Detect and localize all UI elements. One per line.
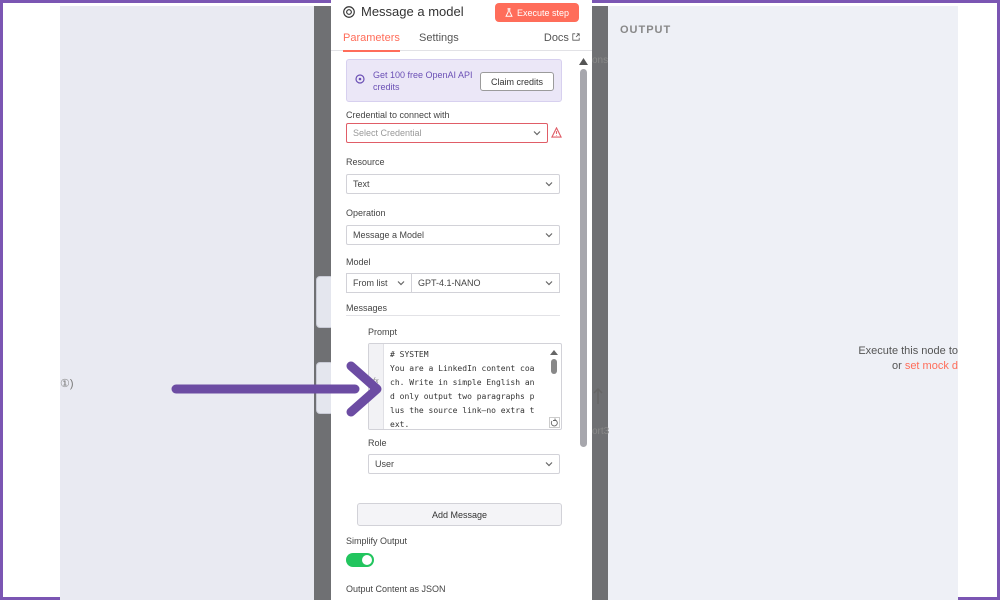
output-title: OUTPUT [620,24,672,36]
model-mode-value: From list [353,278,388,288]
prompt-text: # SYSTEM You are a LinkedIn content coac… [390,350,535,429]
openai-icon [343,6,355,18]
claim-credits-button[interactable]: Claim credits [480,72,554,91]
add-message-button[interactable]: Add Message [357,503,562,526]
operation-select[interactable]: Message a Model [346,225,560,245]
chevron-down-icon [545,281,553,286]
execute-step-button[interactable]: Execute step [495,3,579,22]
tab-parameters[interactable]: Parameters [343,32,400,52]
set-mock-data-link[interactable]: set mock d [905,360,958,372]
model-value: GPT-4.1-NANO [418,278,481,288]
role-label: Role [368,438,387,448]
panel-tabs: Parameters Settings Docs [331,32,592,52]
output-hint: Execute this node to or set mock d [818,344,958,374]
panel-header: Message a model Execute step Parameters … [331,0,592,52]
chevron-down-icon [545,462,553,467]
simplify-output-toggle[interactable] [346,553,374,567]
node-parameters-panel: Message a model Execute step Parameters … [331,0,592,600]
chevron-down-icon [545,182,553,187]
credential-placeholder: Select Credential [353,128,422,138]
chevron-down-icon [545,233,553,238]
model-label: Model [346,257,371,267]
info-icon [355,74,365,84]
execute-step-label: Execute step [516,7,570,18]
simplify-output-label: Simplify Output [346,536,408,546]
chevron-down-icon [533,131,541,136]
tab-settings[interactable]: Settings [419,32,459,50]
scrollbar-thumb[interactable] [580,69,587,447]
resource-value: Text [353,179,370,189]
output-panel: OUTPUT Execute this node to or set mock … [608,6,958,600]
expand-icon[interactable] [549,417,560,428]
prompt-label: Prompt [368,327,398,337]
resource-label: Resource [346,157,385,167]
docs-label: Docs [543,32,569,44]
model-selector: From list GPT-4.1-NANO [346,273,560,293]
output-hint-or: or [891,360,902,372]
messages-divider [346,315,560,316]
chevron-down-icon [397,281,405,286]
arrow-up-icon [593,387,603,404]
annotation-arrow-icon [171,361,382,417]
scroll-up-icon[interactable] [579,57,588,65]
credential-label: Credential to connect with [346,110,450,120]
output-hint-line: Execute this node to [858,345,958,357]
canvas-fragment-text: ons [592,55,609,66]
panel-scrollbar[interactable] [579,57,588,457]
role-select[interactable]: User [368,454,560,474]
node-title: Message a model [361,4,464,19]
credits-text: Get 100 free OpenAI API credits [373,70,473,92]
operation-label: Operation [346,208,386,218]
warning-icon [551,127,562,138]
operation-value: Message a Model [353,230,425,240]
credential-select[interactable]: Select Credential [346,123,548,143]
model-mode-select[interactable]: From list [346,273,412,293]
canvas-fragment-text: ort3 [592,426,610,437]
external-link-icon [572,33,580,41]
model-value-select[interactable]: GPT-4.1-NANO [411,273,560,293]
output-json-label: Output Content as JSON [346,584,446,594]
messages-label: Messages [346,303,388,313]
prompt-editor[interactable]: fx # SYSTEM You are a LinkedIn content c… [368,343,562,430]
role-value: User [375,459,395,469]
canvas-fragment-text: ①) [60,378,74,390]
resource-select[interactable]: Text [346,174,560,194]
flask-icon [505,8,513,17]
prompt-scrollbar[interactable] [550,348,558,378]
docs-link[interactable]: Docs [544,32,580,44]
toggle-knob [362,555,372,565]
free-credits-banner: Get 100 free OpenAI API credits Claim cr… [346,59,562,102]
